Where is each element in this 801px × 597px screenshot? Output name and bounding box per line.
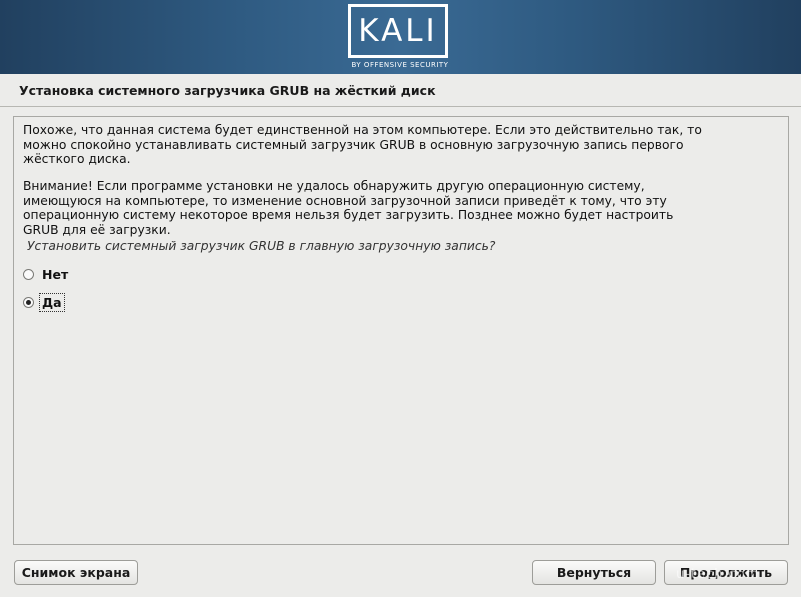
option-yes-label[interactable]: Да xyxy=(39,292,65,312)
watermark: u-tech.com xyxy=(676,567,760,582)
option-no[interactable]: Нет xyxy=(23,264,70,284)
content-panel: Похоже, что данная система будет единств… xyxy=(13,116,789,545)
radio-no[interactable] xyxy=(23,268,34,280)
option-no-label[interactable]: Нет xyxy=(40,266,70,283)
radio-yes[interactable] xyxy=(23,296,34,308)
kali-logo: KALI BY OFFENSIVE SECURITY xyxy=(345,4,455,72)
page-title: Установка системного загрузчика GRUB на … xyxy=(19,83,436,98)
info-paragraph: Похоже, что данная система будет единств… xyxy=(23,123,702,166)
step-title-bar: Установка системного загрузчика GRUB на … xyxy=(0,75,801,107)
question-text: Установить системный загрузчик GRUB в гл… xyxy=(27,239,496,253)
warning-paragraph: Внимание! Если программе установки не уд… xyxy=(23,179,674,237)
screenshot-button[interactable]: Снимок экрана xyxy=(14,560,138,585)
option-yes[interactable]: Да xyxy=(23,292,65,312)
logo-text: KALI xyxy=(348,4,448,58)
header-banner: KALI BY OFFENSIVE SECURITY xyxy=(0,0,801,74)
back-button[interactable]: Вернуться xyxy=(532,560,656,585)
logo-subtitle: BY OFFENSIVE SECURITY xyxy=(351,61,449,69)
